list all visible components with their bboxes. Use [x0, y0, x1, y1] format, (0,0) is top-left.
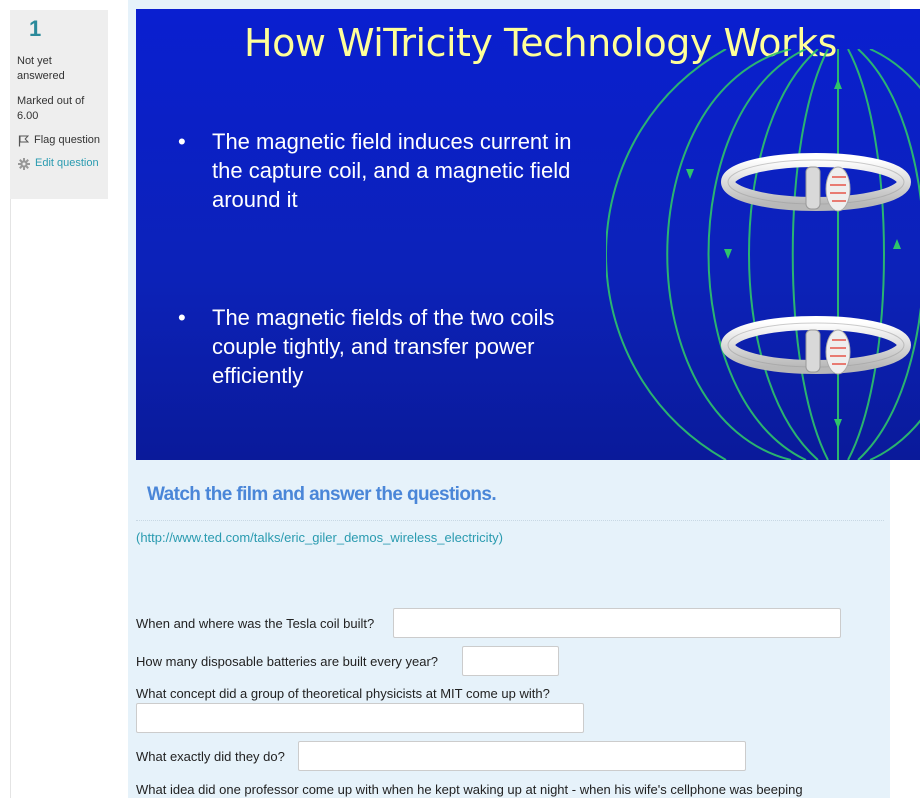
- slide-bullet-text: The magnetic field induces current in th…: [212, 129, 572, 212]
- flag-question-label: Flag question: [34, 134, 101, 147]
- answer-input[interactable]: [393, 608, 841, 638]
- question-number: 1: [29, 16, 42, 41]
- gear-icon: [18, 158, 30, 171]
- answer-input[interactable]: [298, 741, 746, 771]
- question-info-panel: 1 Not yet answered Marked out of 6.00 Fl…: [10, 10, 108, 199]
- bullet-dot: •: [178, 129, 186, 154]
- answer-input[interactable]: [462, 646, 559, 676]
- question-text: When and where was the Tesla coil built?: [136, 616, 375, 631]
- question-state: Not yet answered: [17, 55, 65, 82]
- flag-question-link[interactable]: Flag question: [17, 133, 101, 148]
- answer-input[interactable]: [136, 703, 584, 733]
- quiz-page: 1 Not yet answered Marked out of 6.00 Fl…: [0, 0, 920, 798]
- coil-field-illustration: [606, 49, 920, 460]
- witricity-slide-image: How WiTricity Technology Works • The mag…: [136, 9, 920, 460]
- instructions-heading: Watch the film and answer the questions.: [147, 484, 497, 505]
- question-grade: Marked out of 6.00: [17, 94, 85, 122]
- slide-bullet-text: The magnetic fields of the two coils cou…: [212, 305, 555, 388]
- heading-divider: [136, 520, 884, 521]
- slide-bullet: • The magnetic fields of the two coils c…: [178, 303, 582, 390]
- edit-question-link[interactable]: Edit question: [17, 156, 101, 171]
- ted-talk-link[interactable]: (http://www.ted.com/talks/eric_giler_dem…: [136, 530, 503, 545]
- question-text: What exactly did they do?: [136, 749, 285, 764]
- edit-question-label: Edit question: [35, 157, 99, 170]
- slide-bullet: • The magnetic field induces current in …: [178, 127, 582, 214]
- bullet-dot: •: [178, 305, 186, 330]
- question-text: What idea did one professor come up with…: [136, 782, 803, 797]
- question-text: How many disposable batteries are built …: [136, 654, 439, 669]
- question-text: What concept did a group of theoretical …: [136, 686, 550, 701]
- flag-icon: [18, 135, 29, 147]
- panel-divider: [10, 199, 11, 798]
